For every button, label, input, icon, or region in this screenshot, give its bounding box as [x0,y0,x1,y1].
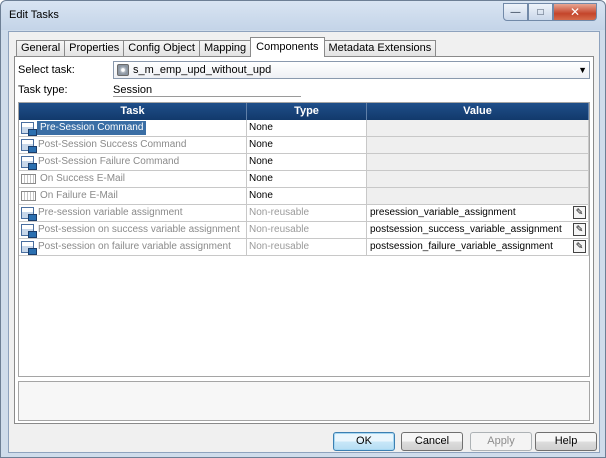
tab-general[interactable]: General [16,40,66,57]
tab-components[interactable]: Components [250,37,325,57]
value-cell[interactable]: presession_variable_assignment ✎ [367,205,589,221]
table-row[interactable]: Post-session on failure variable assignm… [19,239,589,256]
select-task-label: Select task: [18,64,75,76]
tab-properties[interactable]: Properties [64,40,125,57]
components-tab-panel: Select task: s_m_emp_upd_without_upd ▼ T… [14,56,594,424]
type-cell[interactable]: Non-reusable [247,205,367,221]
value-cell[interactable]: postsession_failure_variable_assignment ✎ [367,239,589,255]
tab-metadata-extensions[interactable]: Metadata Extensions [323,40,437,57]
email-icon [21,174,36,184]
close-button[interactable]: ✕ [553,3,597,21]
type-cell[interactable]: None [247,137,367,153]
table-row[interactable]: On Failure E-Mail None [19,188,589,205]
table-row[interactable]: Pre-session variable assignment Non-reusa… [19,205,589,222]
tab-config-object[interactable]: Config Object [123,40,200,57]
type-cell[interactable]: None [247,171,367,187]
command-icon [21,224,37,238]
select-task-dropdown[interactable]: s_m_emp_upd_without_upd ▼ [113,61,590,79]
value-cell[interactable] [367,137,589,153]
edit-tasks-dialog: Edit Tasks — □ ✕ General Properties Config… [0,0,606,458]
type-cell[interactable]: None [247,154,367,170]
components-grid: Task Type Value Pre-Session Command None P… [18,102,590,377]
task-cell[interactable]: Pre-Session Command [19,120,247,136]
task-name: Pre-Session Command [37,121,147,135]
value-text: postsession_success_variable_assignment [370,224,562,235]
task-cell[interactable]: Post-session on success variable assignm… [19,222,247,238]
task-type-label: Task type: [18,84,68,96]
table-row[interactable]: Pre-Session Command None [19,120,589,137]
value-cell[interactable] [367,120,589,136]
caption-buttons: — □ ✕ [503,3,597,21]
tab-strip: General Properties Config Object Mapping Com… [16,37,437,57]
type-cell[interactable]: Non-reusable [247,222,367,238]
task-name: Post-Session Failure Command [38,156,180,167]
dialog-client-area: General Properties Config Object Mapping Com… [8,31,600,453]
minimize-button[interactable]: — [503,3,528,21]
table-row[interactable]: Post-Session Failure Command None [19,154,589,171]
task-type-value: Session [113,83,301,97]
value-cell[interactable] [367,154,589,170]
apply-button[interactable]: Apply [470,432,532,451]
title-bar[interactable]: Edit Tasks — □ ✕ [1,1,605,30]
command-icon [21,139,37,153]
type-cell[interactable]: None [247,120,367,136]
value-text: postsession_failure_variable_assignment [370,241,553,252]
task-cell[interactable]: Post-Session Success Command [19,137,247,153]
session-gear-icon [117,64,129,76]
command-icon [21,241,37,255]
edit-icon[interactable]: ✎ [573,240,586,253]
value-cell[interactable] [367,188,589,204]
description-area [18,381,590,421]
table-row[interactable]: On Success E-Mail None [19,171,589,188]
task-name: Post-session on failure variable assignm… [38,241,231,252]
type-cell[interactable]: None [247,188,367,204]
chevron-down-icon[interactable]: ▼ [578,62,587,78]
task-cell[interactable]: On Failure E-Mail [19,188,247,204]
window-title: Edit Tasks [9,9,59,21]
select-task-value: s_m_emp_upd_without_upd [133,64,272,76]
value-cell[interactable] [367,171,589,187]
dialog-buttons: OK Cancel Apply Help [9,432,601,452]
value-text: presession_variable_assignment [370,207,516,218]
task-name: Post-session on success variable assignm… [38,224,240,235]
task-name: On Success E-Mail [40,173,126,184]
task-name: Post-Session Success Command [38,139,187,150]
grid-body: Pre-Session Command None Post-Session Succ… [19,120,589,256]
task-name: Pre-session variable assignment [38,207,183,218]
cancel-button[interactable]: Cancel [401,432,463,451]
edit-icon[interactable]: ✎ [573,223,586,236]
maximize-button[interactable]: □ [528,3,553,21]
command-icon [21,122,37,136]
task-cell[interactable]: On Success E-Mail [19,171,247,187]
email-icon [21,191,36,201]
value-cell[interactable]: postsession_success_variable_assignment ✎ [367,222,589,238]
table-row[interactable]: Post-Session Success Command None [19,137,589,154]
header-task[interactable]: Task [19,103,247,120]
task-cell[interactable]: Pre-session variable assignment [19,205,247,221]
task-name: On Failure E-Mail [40,190,118,201]
command-icon [21,207,37,221]
command-icon [21,156,37,170]
tab-mapping[interactable]: Mapping [198,40,252,57]
table-row[interactable]: Post-session on success variable assignm… [19,222,589,239]
header-value[interactable]: Value [367,103,589,120]
edit-icon[interactable]: ✎ [573,206,586,219]
help-button[interactable]: Help [535,432,597,451]
ok-button[interactable]: OK [333,432,395,451]
header-type[interactable]: Type [247,103,367,120]
task-cell[interactable]: Post-Session Failure Command [19,154,247,170]
type-cell[interactable]: Non-reusable [247,239,367,255]
grid-header: Task Type Value [19,103,589,120]
task-cell[interactable]: Post-session on failure variable assignm… [19,239,247,255]
